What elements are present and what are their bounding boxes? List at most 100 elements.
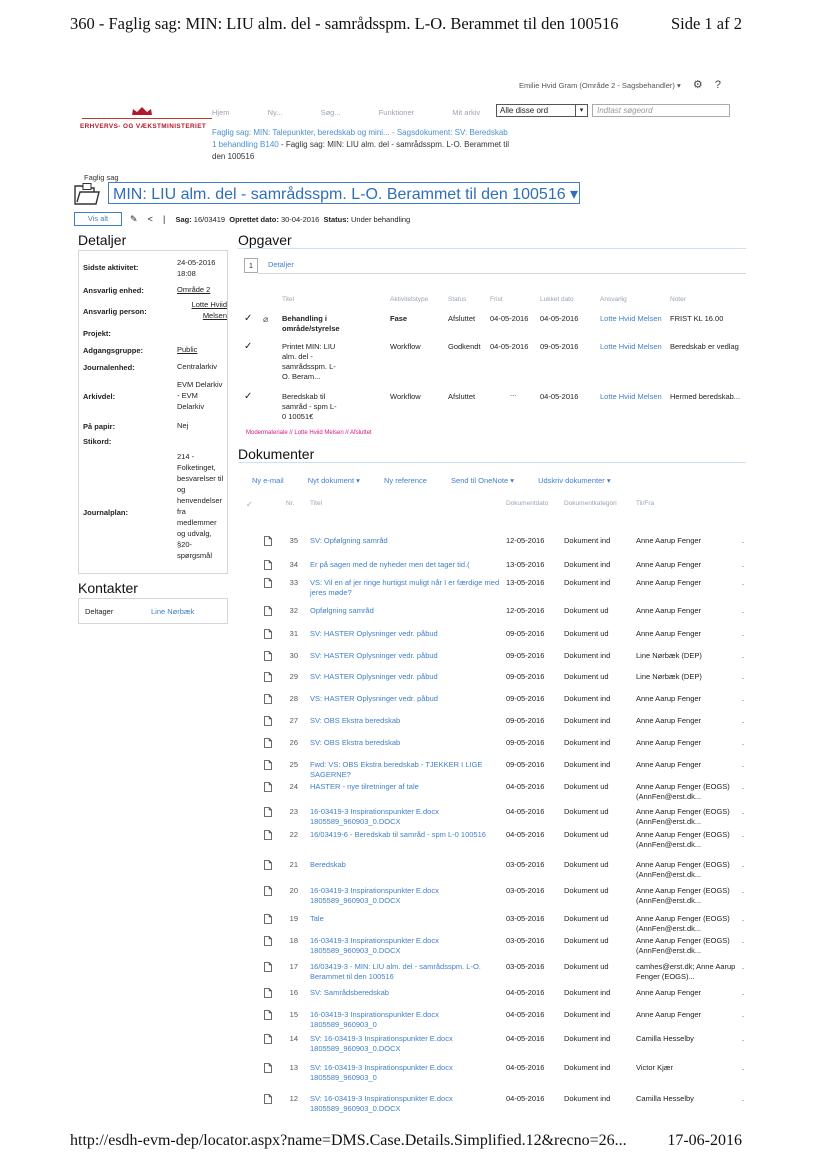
col-header-notes[interactable]: Noter	[670, 296, 686, 303]
document-title-link[interactable]: Er på sagen med de nyheder men det tager…	[310, 560, 502, 570]
task-title[interactable]: Behandling i område/styrelse	[282, 314, 378, 334]
row-menu-dot[interactable]: .	[742, 1034, 744, 1044]
document-title-link[interactable]: SV: 16-03419-3 Inspirationspunkter E.doc…	[310, 1094, 502, 1114]
nav-item-home[interactable]: Hjem	[212, 108, 230, 117]
detail-access-group[interactable]: Public	[177, 344, 233, 355]
ministry-logo[interactable]: ERHVERVS- OG VÆKSTMINISTERIET	[80, 123, 206, 130]
document-title-link[interactable]: VS: Vil en af jer ringe hurtigst muligt …	[310, 578, 502, 598]
user-menu[interactable]: Emilie Hvid Gram (Område 2 - Sagsbehandl…	[519, 81, 681, 90]
row-menu-dot[interactable]: .	[742, 738, 744, 748]
document-title-link[interactable]: SV: HASTER Oplysninger vedr. påbud	[310, 651, 502, 661]
chevron-down-icon[interactable]: ▾	[575, 105, 587, 116]
document-title-link[interactable]: SV: HASTER Oplysninger vedr. påbud	[310, 672, 502, 682]
document-title-link[interactable]: Beredskab	[310, 860, 502, 870]
document-title-link[interactable]: Opfølgning samråd	[310, 606, 502, 616]
row-menu-dot[interactable]: .	[742, 694, 744, 704]
row-menu-dot[interactable]: .	[742, 962, 744, 972]
task-responsible[interactable]: Lotte Hviid Melsen	[600, 314, 662, 324]
document-date: 04-05-2016	[506, 1094, 545, 1103]
row-menu-dot[interactable]: .	[742, 1010, 744, 1020]
nav-item-new[interactable]: Ny...	[268, 108, 283, 117]
row-menu-dot[interactable]: .	[742, 807, 744, 817]
document-title-link[interactable]: 16/03419-6 - Beredskab til samråd - spm …	[310, 830, 502, 840]
row-menu-dot[interactable]: .	[742, 988, 744, 998]
row-menu-dot[interactable]: .	[742, 578, 744, 588]
show-all-button[interactable]: Vis alt	[74, 212, 122, 226]
row-menu-dot[interactable]: .	[742, 1094, 744, 1104]
document-date: 03-05-2016	[506, 886, 545, 895]
detail-responsible-unit[interactable]: Område 2	[177, 284, 233, 295]
case-title[interactable]: MIN: LIU alm. del - samrådsspm. L-O. Ber…	[108, 182, 580, 204]
document-title-link[interactable]: SV: HASTER Oplysninger vedr. påbud	[310, 629, 502, 639]
document-title-link[interactable]: 16-03419-3 Inspirationspunkter E.docx 18…	[310, 936, 502, 956]
col-header-closed[interactable]: Lukket dato	[540, 296, 574, 303]
row-menu-dot[interactable]: .	[742, 914, 744, 924]
document-category: Dokument ind	[564, 536, 611, 545]
gear-icon[interactable]: ⚙	[693, 79, 703, 91]
nav-item-functions[interactable]: Funktioner	[379, 108, 414, 117]
share-icon[interactable]: <	[148, 214, 153, 224]
col-header-responsible[interactable]: Ansvarlig	[600, 296, 627, 303]
row-menu-dot[interactable]: .	[742, 1063, 744, 1073]
document-title-link[interactable]: SV: OBS Ekstra beredskab	[310, 716, 502, 726]
task-responsible[interactable]: Lotte Hviid Melsen	[600, 342, 662, 352]
col-header-category[interactable]: Dokumentkategori	[564, 500, 617, 507]
document-title-link[interactable]: SV: 16-03419-3 Inspirationspunkter E.doc…	[310, 1063, 502, 1083]
row-menu-dot[interactable]: .	[742, 830, 744, 840]
search-input[interactable]: Indtast søgeord	[592, 104, 730, 117]
row-menu-dot[interactable]: .	[742, 716, 744, 726]
row-menu-dot[interactable]: .	[742, 936, 744, 946]
col-header-nr[interactable]: Nr.	[286, 500, 294, 507]
document-title-link[interactable]: 16-03419-3 Inspirationspunkter E.docx 18…	[310, 886, 502, 906]
row-menu-dot[interactable]: .	[742, 782, 744, 792]
row-menu-dot[interactable]: .	[742, 886, 744, 896]
document-to-from: Anne Aarup Fenger (EOGS) (AnnFen@erst.dk…	[636, 914, 730, 933]
row-menu-dot[interactable]: .	[742, 629, 744, 639]
document-title-link[interactable]: VS: HASTER Oplysninger vedr. påbud	[310, 694, 502, 704]
document-title-link[interactable]: Fwd: VS: OBS Ekstra beredskab - TJEKKER …	[310, 760, 502, 780]
row-menu-dot[interactable]: .	[742, 560, 744, 570]
tasks-tab-number[interactable]: 1	[244, 258, 258, 273]
breadcrumb-link-1[interactable]: Faglig sag: MIN: Talepunkter, beredskab …	[212, 128, 390, 137]
col-header-to-from[interactable]: Til/Fra	[636, 500, 654, 507]
row-menu-dot[interactable]: .	[742, 860, 744, 870]
col-header-title[interactable]: Titel	[310, 500, 322, 507]
task-responsible[interactable]: Lotte Hviid Melsen	[600, 392, 662, 402]
document-title-link[interactable]: SV: 16-03419-3 Inspirationspunkter E.doc…	[310, 1034, 502, 1054]
document-title-link[interactable]: Tale	[310, 914, 502, 924]
col-header-title[interactable]: Titel	[282, 296, 294, 303]
row-menu-dot[interactable]: .	[742, 536, 744, 546]
task-title[interactable]: Printet MIN: LIU alm. del - samrådsspm. …	[282, 342, 340, 382]
document-title-link[interactable]: HASTER - nye tilretninger af tale	[310, 782, 502, 792]
row-menu-dot[interactable]: .	[742, 651, 744, 661]
detail-responsible-person[interactable]: Lotte Hviid Melsen	[177, 299, 227, 321]
document-title-link[interactable]: SV: OBS Ekstra beredskab	[310, 738, 502, 748]
nav-item-my-archive[interactable]: Mit arkiv	[452, 108, 480, 117]
select-all-check-icon[interactable]: ✓	[246, 500, 253, 509]
col-header-status[interactable]: Status	[448, 296, 466, 303]
pin-icon[interactable]: ✎	[130, 214, 138, 224]
print-documents-button[interactable]: Udskriv dokumenter ▾	[538, 476, 611, 485]
task-title[interactable]: Beredskab til samråd - spm L-0 10051€	[282, 392, 340, 422]
row-menu-dot[interactable]: .	[742, 760, 744, 770]
col-header-date[interactable]: Dokumentdato	[506, 500, 548, 507]
document-title-link[interactable]: 16-03419-3 Inspirationspunkter E.docx 18…	[310, 807, 502, 827]
document-title-link[interactable]: 16/03419-3 - MIN: LIU alm. del - samråds…	[310, 962, 502, 982]
document-title-link[interactable]: SV: Opfølgning samråd	[310, 536, 502, 546]
col-header-type[interactable]: Aktivitetstype	[390, 296, 428, 303]
nav-item-search[interactable]: Søg...	[321, 108, 341, 117]
tab-details[interactable]: Detaljer	[268, 260, 294, 269]
row-menu-dot[interactable]: .	[742, 672, 744, 682]
tasks-footer-note[interactable]: Modermateriale // Lotte Hviid Melsen // …	[246, 430, 372, 436]
search-scope-select[interactable]: Alle disse ord ▾	[496, 104, 588, 117]
new-reference-button[interactable]: Ny reference	[384, 476, 427, 485]
document-title-link[interactable]: 16-03419-3 Inspirationspunkter E.docx 18…	[310, 1010, 502, 1030]
row-menu-dot[interactable]: .	[742, 606, 744, 616]
document-title-link[interactable]: SV: Samrådsberedskab	[310, 988, 502, 998]
contact-name[interactable]: Line Nørbæk	[151, 607, 194, 616]
new-document-button[interactable]: Nyt dokument ▾	[308, 476, 360, 485]
new-email-button[interactable]: Ny e-mail	[252, 476, 284, 485]
col-header-deadline[interactable]: Frist	[490, 296, 503, 303]
help-icon[interactable]: ?	[715, 79, 721, 91]
send-to-onenote-button[interactable]: Send til OneNote ▾	[451, 476, 514, 485]
